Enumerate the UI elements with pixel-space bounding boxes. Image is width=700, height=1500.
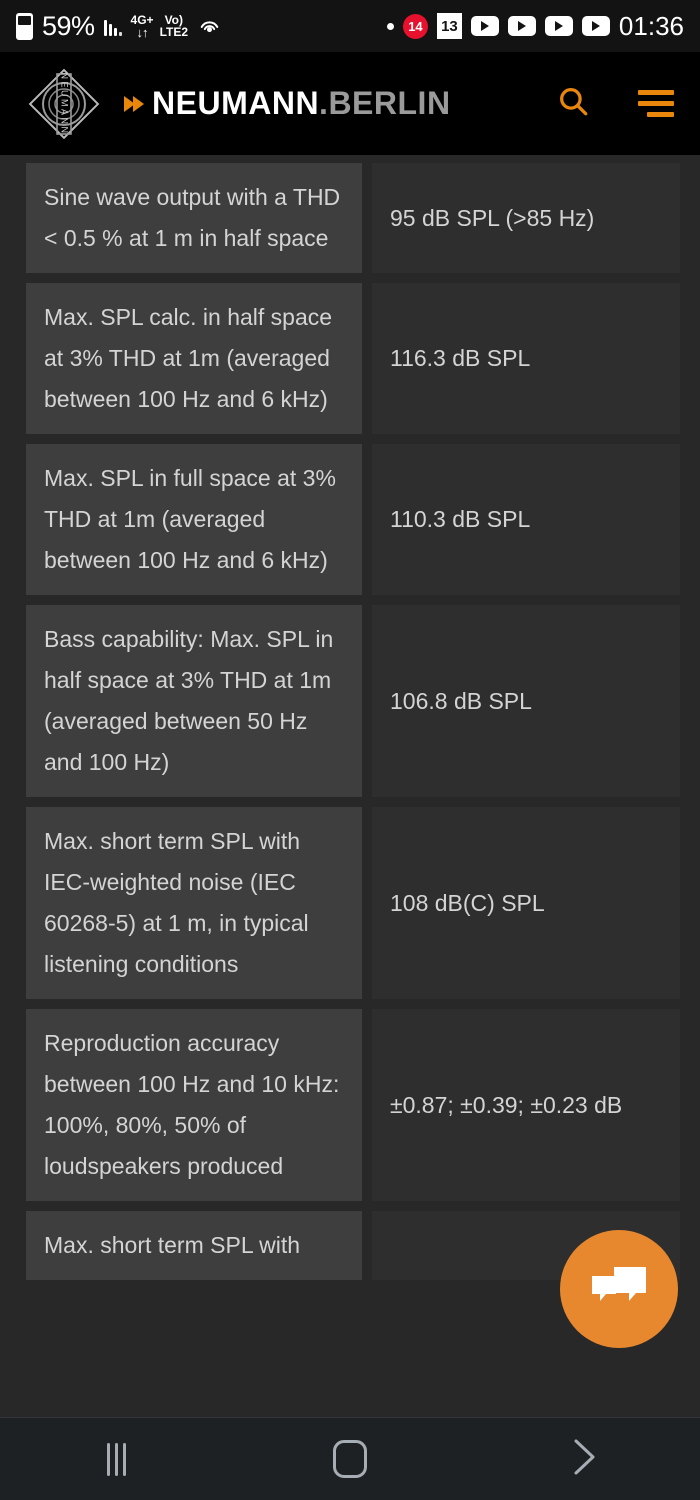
status-bar-clock: 01:36 [618,10,684,41]
brand-logo-link[interactable]: NEUMANN NEUMANN.BERLIN [22,62,451,146]
spec-label: Reproduction accuracy between 100 Hz and… [26,1009,362,1201]
brand-wordmark: NEUMANN.BERLIN [124,85,451,122]
hamburger-menu-icon[interactable] [638,90,674,117]
spec-value: 108 dB(C) SPL [372,807,680,999]
network-indicator-group: 4G+ ↓↑ Vo) LTE2 [131,14,188,39]
status-bar-right: 14 13 01:36 [386,10,684,42]
network-4g-indicator: 4G+ ↓↑ [131,14,154,39]
neumann-diamond-logo: NEUMANN [22,62,106,146]
youtube-icon [544,16,573,36]
wordmark-secondary: .BERLIN [319,85,451,121]
home-button[interactable] [290,1429,410,1489]
table-row: Max. short term SPL with IEC-weighted no… [26,807,680,999]
youtube-icon [581,16,610,36]
phone-screen: 59% 4G+ ↓↑ Vo) LTE2 14 13 01:36 NEUMANN … [0,0,700,1500]
battery-percent-label: 59% [42,10,95,41]
site-header: NEUMANN NEUMANN.BERLIN [0,52,700,155]
spec-label: Max. SPL calc. in half space at 3% THD a… [26,283,362,434]
status-bar-left: 59% 4G+ ↓↑ Vo) LTE2 [16,11,222,42]
spec-label: Max. short term SPL with IEC-weighted no… [26,807,362,999]
chat-bubbles-icon [588,1262,650,1317]
battery-icon [16,12,33,40]
spec-value: 106.8 dB SPL [372,605,680,797]
table-row: Reproduction accuracy between 100 Hz and… [26,1009,680,1201]
spec-value: ±0.87; ±0.39; ±0.23 dB [372,1009,680,1201]
search-icon[interactable] [556,84,590,123]
table-row: Max. SPL in full space at 3% THD at 1m (… [26,444,680,595]
svg-text:NEUMANN: NEUMANN [60,72,70,135]
dot-indicator-icon [386,22,394,30]
spec-label: Max. short term SPL with [26,1211,362,1280]
table-row: Max. SPL calc. in half space at 3% THD a… [26,283,680,434]
spec-value: 95 dB SPL (>85 Hz) [372,163,680,273]
spec-label: Sine wave output with a THD < 0.5 % at 1… [26,163,362,273]
android-nav-bar [0,1417,700,1500]
app-badge-icon: 13 [436,13,462,39]
table-row: Sine wave output with a THD < 0.5 % at 1… [26,163,680,273]
youtube-icon [507,16,536,36]
table-row: Bass capability: Max. SPL in half space … [26,605,680,797]
hotspot-icon [197,14,222,39]
wordmark-text: NEUMANN.BERLIN [152,85,451,122]
data-transfer-arrows-icon: ↓↑ [136,24,149,40]
spec-label: Max. SPL in full space at 3% THD at 1m (… [26,444,362,595]
signal-bars-icon [103,16,122,36]
home-icon [332,1440,367,1478]
double-chevron-right-icon [124,95,144,112]
spec-label: Bass capability: Max. SPL in half space … [26,605,362,797]
spec-value: 116.3 dB SPL [372,283,680,434]
android-status-bar: 59% 4G+ ↓↑ Vo) LTE2 14 13 01:36 [0,0,700,52]
recents-button[interactable] [57,1429,177,1489]
network-type-top-label: 4G+ [130,12,154,27]
notification-count-badge: 14 [402,13,428,39]
spec-value: 110.3 dB SPL [372,444,680,595]
recents-icon [107,1442,127,1476]
chat-support-button[interactable] [560,1230,678,1348]
header-actions [556,84,674,123]
spec-table: Sine wave output with a THD < 0.5 % at 1… [0,155,700,1280]
youtube-icon [470,16,499,36]
back-chevron-icon [566,1435,600,1484]
back-button[interactable] [523,1429,643,1489]
network-type-bottom-label: LTE2 [159,25,189,39]
network-lte-indicator: Vo) LTE2 [160,14,188,38]
wordmark-primary: NEUMANN [152,85,320,121]
